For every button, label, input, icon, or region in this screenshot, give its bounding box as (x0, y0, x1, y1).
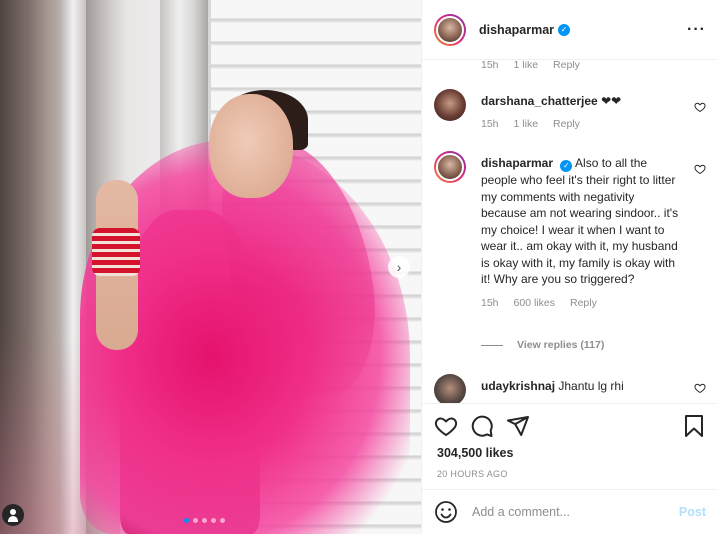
comment-username[interactable]: udaykrishnaj (481, 379, 555, 393)
comment-item: udaykrishnaj Jhantu lg rhi (434, 374, 706, 403)
carousel-dot (184, 518, 189, 523)
add-comment-bar: Post (422, 489, 717, 534)
comment-icon[interactable] (470, 414, 494, 438)
carousel-dot (202, 518, 207, 523)
heart-icon[interactable] (694, 163, 706, 175)
comment-text: Also to all the people who feel it's the… (481, 156, 679, 287)
chevron-right-icon[interactable]: › (388, 256, 410, 278)
comment-time: 15h (481, 117, 499, 130)
comment-meta: 15h 1 like Reply (481, 61, 580, 71)
verified-badge-icon: ✓ (558, 23, 571, 36)
comment-likes[interactable]: 1 like (514, 118, 539, 130)
view-replies-button[interactable]: View replies (117) (481, 339, 604, 351)
post-author-username[interactable]: dishaparmar (479, 23, 554, 37)
avatar[interactable] (434, 151, 466, 183)
likes-count[interactable]: 304,500 likes (437, 446, 513, 460)
comment-meta: 15h 1 like Reply (481, 118, 681, 130)
reply-button[interactable]: Reply (553, 118, 580, 130)
post-timestamp[interactable]: 20 HOURS AGO (437, 469, 508, 479)
comment-item: dishaparmar ✓ Also to all the people who… (434, 151, 706, 309)
reply-button[interactable]: Reply (553, 61, 580, 71)
comment-time: 15h (481, 296, 499, 309)
carousel-dots (184, 518, 225, 523)
more-dots-icon[interactable]: ··· (687, 22, 706, 38)
comment-username[interactable]: darshana_chatterjee (481, 94, 598, 108)
comment-text: ❤❤ (601, 94, 622, 108)
comment-likes[interactable]: 1 like (514, 61, 539, 71)
post-photo[interactable]: › (0, 0, 421, 534)
paper-plane-icon[interactable] (506, 414, 530, 438)
post-side-panel: dishaparmar ✓ ··· 15h 1 like Reply darsh… (421, 0, 717, 534)
avatar[interactable] (434, 374, 466, 403)
post-actions: 304,500 likes 20 HOURS AGO (422, 403, 717, 489)
smiley-icon[interactable] (434, 500, 458, 524)
comment-input[interactable] (472, 505, 672, 519)
post-comment-button[interactable]: Post (679, 505, 706, 519)
user-tag-icon[interactable] (2, 504, 24, 526)
comment-meta: 15h 600 likes Reply (481, 297, 681, 309)
red-bangles (92, 228, 140, 276)
avatar[interactable] (434, 13, 466, 46)
reply-button[interactable]: Reply (570, 297, 597, 309)
heart-icon[interactable] (694, 101, 706, 113)
comments-list[interactable]: 15h 1 like Reply darshana_chatterjee ❤❤ … (422, 61, 717, 403)
carousel-dot (220, 518, 225, 523)
heart-icon[interactable] (434, 414, 458, 438)
bookmark-icon[interactable] (682, 414, 706, 438)
comment-likes[interactable]: 600 likes (514, 297, 555, 309)
carousel-dot (193, 518, 198, 523)
view-replies-label[interactable]: View replies (117) (517, 339, 604, 351)
verified-badge-icon: ✓ (560, 160, 573, 173)
avatar[interactable] (434, 89, 466, 121)
carousel-dot (211, 518, 216, 523)
divider (481, 344, 503, 346)
comment-text: Jhantu lg rhi (558, 379, 624, 393)
comment-time: 15h (481, 61, 499, 71)
smiling-face (209, 94, 293, 198)
post-header: dishaparmar ✓ ··· (422, 0, 717, 60)
comment-username[interactable]: dishaparmar (481, 156, 553, 170)
heart-icon[interactable] (694, 382, 706, 394)
comment-item: darshana_chatterjee ❤❤ 15h 1 like Reply (434, 89, 706, 130)
instagram-post-view: › dishaparmar ✓ ··· 15h 1 like Reply dar… (0, 0, 717, 534)
